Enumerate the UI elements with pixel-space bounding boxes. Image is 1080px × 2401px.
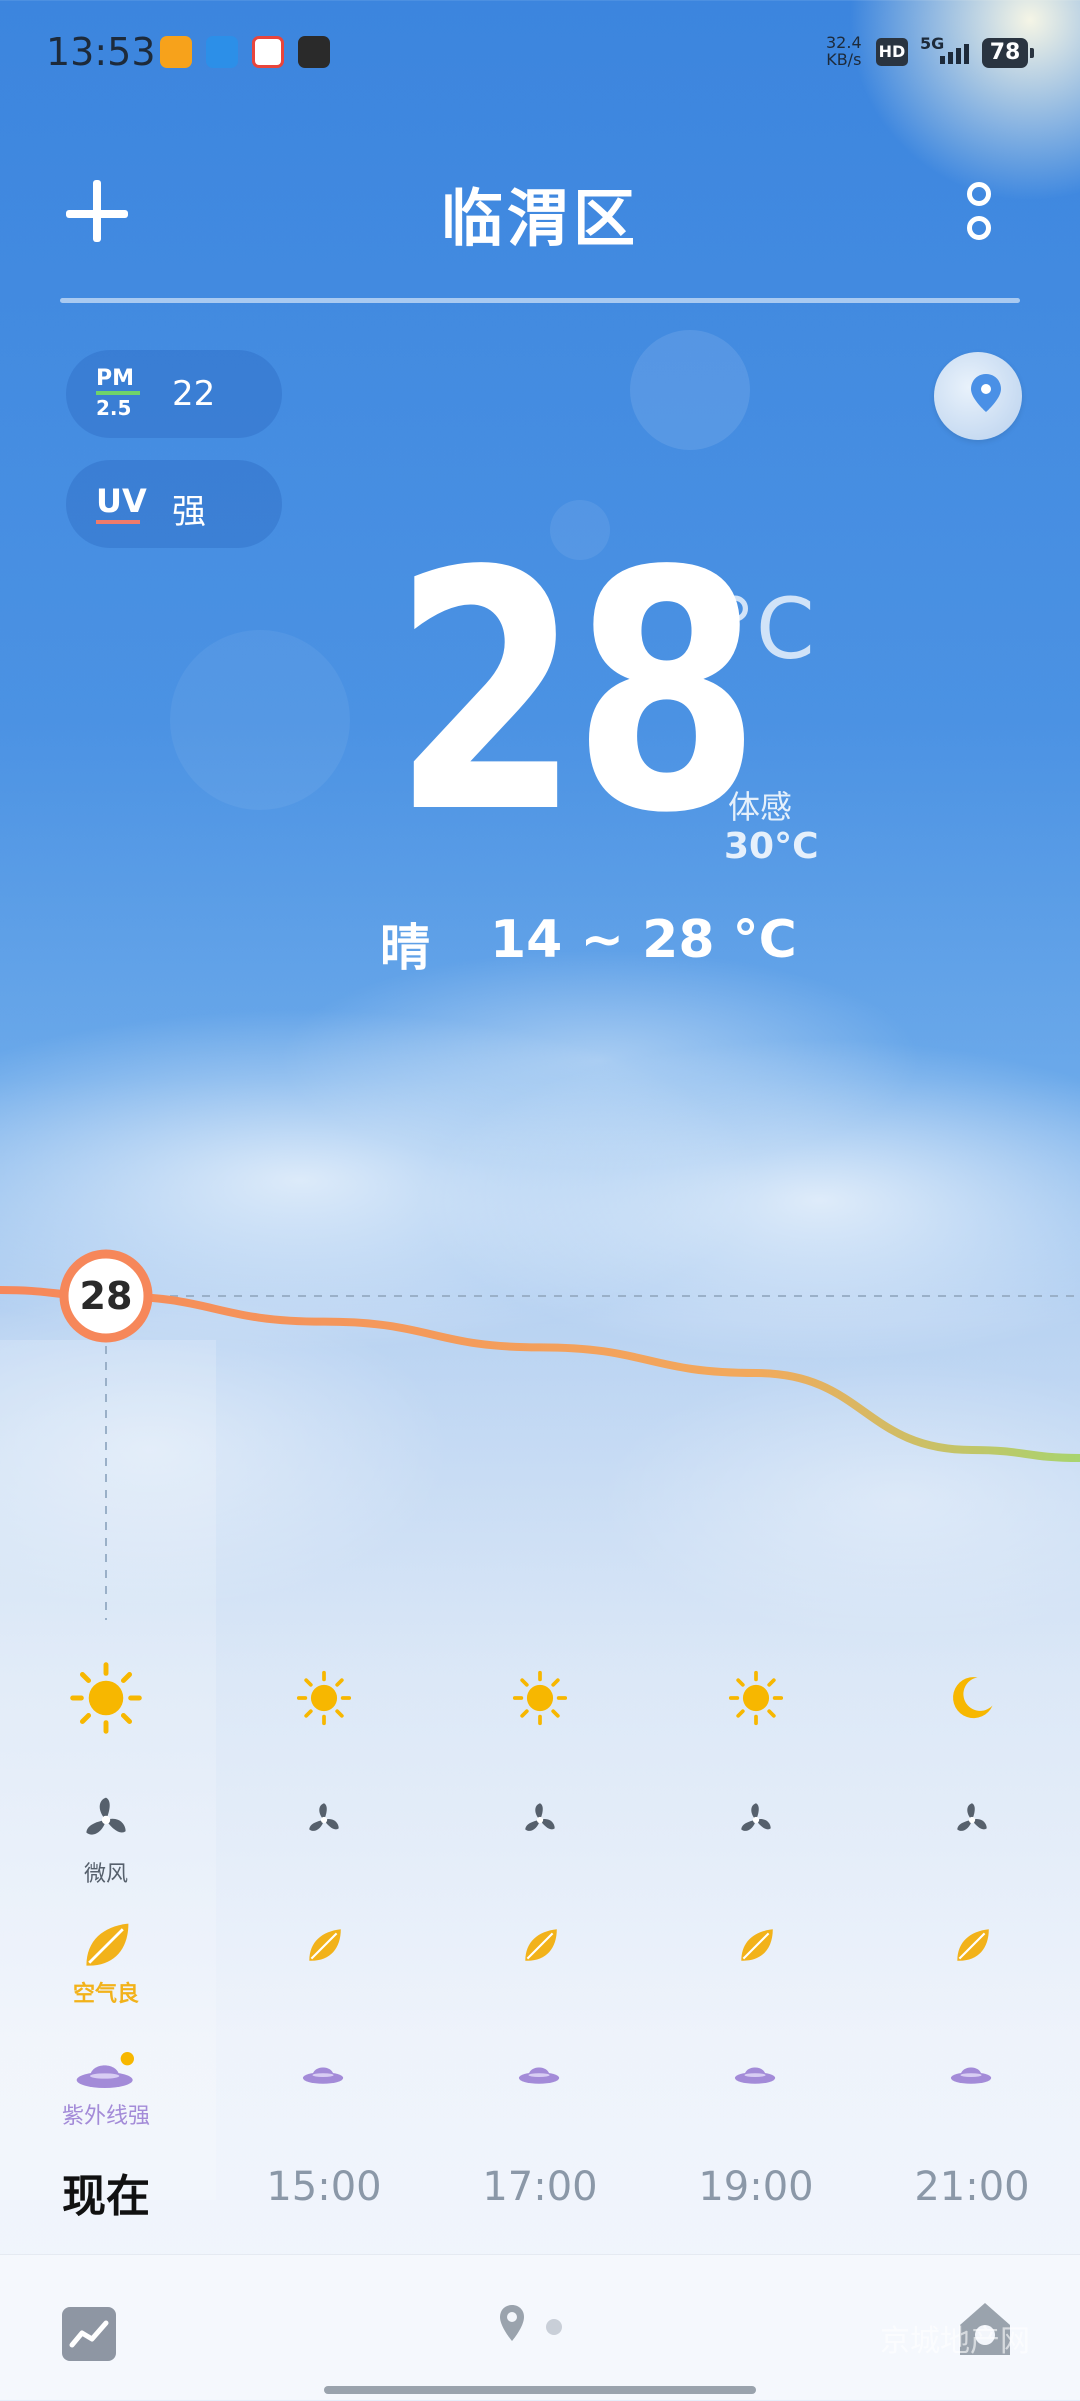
pm-label-bottom: 2.5 bbox=[96, 396, 132, 420]
air-quality-leaf-icon bbox=[525, 1929, 557, 1961]
map-pin-icon bbox=[971, 374, 1001, 412]
watermark: 京城地产网 bbox=[880, 2324, 1030, 2359]
moon-icon bbox=[953, 1677, 993, 1719]
network-rate-value: 32.4 bbox=[826, 33, 862, 52]
signal-bars-icon bbox=[940, 44, 969, 64]
forecast-time: 现在 bbox=[62, 2171, 150, 2222]
current-temperature: 28 bbox=[392, 501, 760, 885]
sun-icon bbox=[512, 1670, 568, 1726]
sun-icon bbox=[70, 1662, 142, 1734]
current-temp-marker-label: 28 bbox=[80, 1274, 133, 1318]
weather-condition: 晴 bbox=[380, 919, 430, 977]
gesture-bar[interactable] bbox=[324, 2386, 756, 2394]
more-options-button[interactable] bbox=[962, 182, 996, 246]
city-title: 临渭区 bbox=[440, 182, 639, 255]
wind-fan-icon bbox=[86, 1797, 126, 1835]
uv-hat-icon bbox=[76, 2052, 134, 2088]
feels-like-value: 30°C bbox=[724, 826, 819, 867]
location-indicator-icon bbox=[500, 2305, 524, 2341]
air-quality-leaf-icon bbox=[957, 1929, 989, 1961]
uv-label: 紫外线强 bbox=[61, 2104, 150, 2129]
air-quality-label: 空气良 bbox=[72, 1982, 139, 2007]
pm-label-line bbox=[96, 391, 140, 395]
page-indicator-dot bbox=[546, 2319, 562, 2335]
air-quality-leaf-icon bbox=[86, 1923, 129, 1966]
pm25-pill[interactable]: PM 2.5 22 bbox=[66, 350, 282, 438]
wind-fan-icon bbox=[525, 1803, 555, 1831]
trend-button[interactable] bbox=[62, 2307, 116, 2361]
soul-app-icon bbox=[298, 36, 330, 68]
temperature-range: 14 ~ 28 °C bbox=[490, 910, 797, 970]
network-rate-unit: KB/s bbox=[826, 50, 862, 69]
wind-fan-icon bbox=[741, 1803, 771, 1831]
temperature-unit: °C bbox=[714, 580, 815, 678]
status-bar: 13:53 32.4 KB/s HD 5G 78 bbox=[0, 0, 1080, 110]
wind-fan-icon bbox=[309, 1803, 339, 1831]
header-divider bbox=[60, 298, 1020, 303]
forecast-time: 21:00 bbox=[914, 2164, 1030, 2210]
notification-icons bbox=[160, 36, 330, 68]
uv-hat-icon bbox=[950, 2067, 992, 2084]
uv-label: UV bbox=[96, 482, 147, 520]
battery-indicator: 78 bbox=[982, 38, 1034, 68]
forecast-time: 17:00 bbox=[482, 2164, 598, 2210]
map-app-icon bbox=[252, 36, 284, 68]
air-quality-leaf-icon bbox=[741, 1929, 773, 1961]
trend-icon bbox=[69, 2320, 109, 2348]
weibo-icon bbox=[160, 36, 192, 68]
status-time: 13:53 bbox=[46, 30, 156, 74]
uv-hat-icon bbox=[518, 2067, 560, 2084]
forecast-time: 15:00 bbox=[266, 2164, 382, 2210]
map-button[interactable] bbox=[934, 352, 1022, 440]
traffic-app-icon bbox=[206, 36, 238, 68]
uv-hat-icon bbox=[734, 2067, 776, 2084]
sun-icon bbox=[296, 1670, 352, 1726]
uv-hat-icon bbox=[302, 2067, 344, 2084]
air-quality-leaf-icon bbox=[309, 1929, 341, 1961]
uv-value: 强 bbox=[172, 492, 206, 532]
pm-label-top: PM bbox=[96, 366, 135, 391]
uv-pill[interactable]: UV 强 bbox=[66, 460, 282, 548]
network-rate: 32.4 KB/s bbox=[826, 34, 862, 68]
hourly-temperature-chart: 28 bbox=[0, 1249, 1080, 1620]
hd-badge: HD bbox=[876, 38, 908, 66]
feels-like-label: 体感 bbox=[728, 788, 793, 826]
wind-label: 微风 bbox=[83, 1862, 128, 1887]
pm-value: 22 bbox=[172, 374, 216, 414]
temperature-curve bbox=[0, 1286, 1080, 1462]
wind-fan-icon bbox=[957, 1803, 987, 1831]
uv-label-line bbox=[96, 520, 140, 524]
sun-icon bbox=[728, 1670, 784, 1726]
forecast-time: 19:00 bbox=[698, 2164, 814, 2210]
